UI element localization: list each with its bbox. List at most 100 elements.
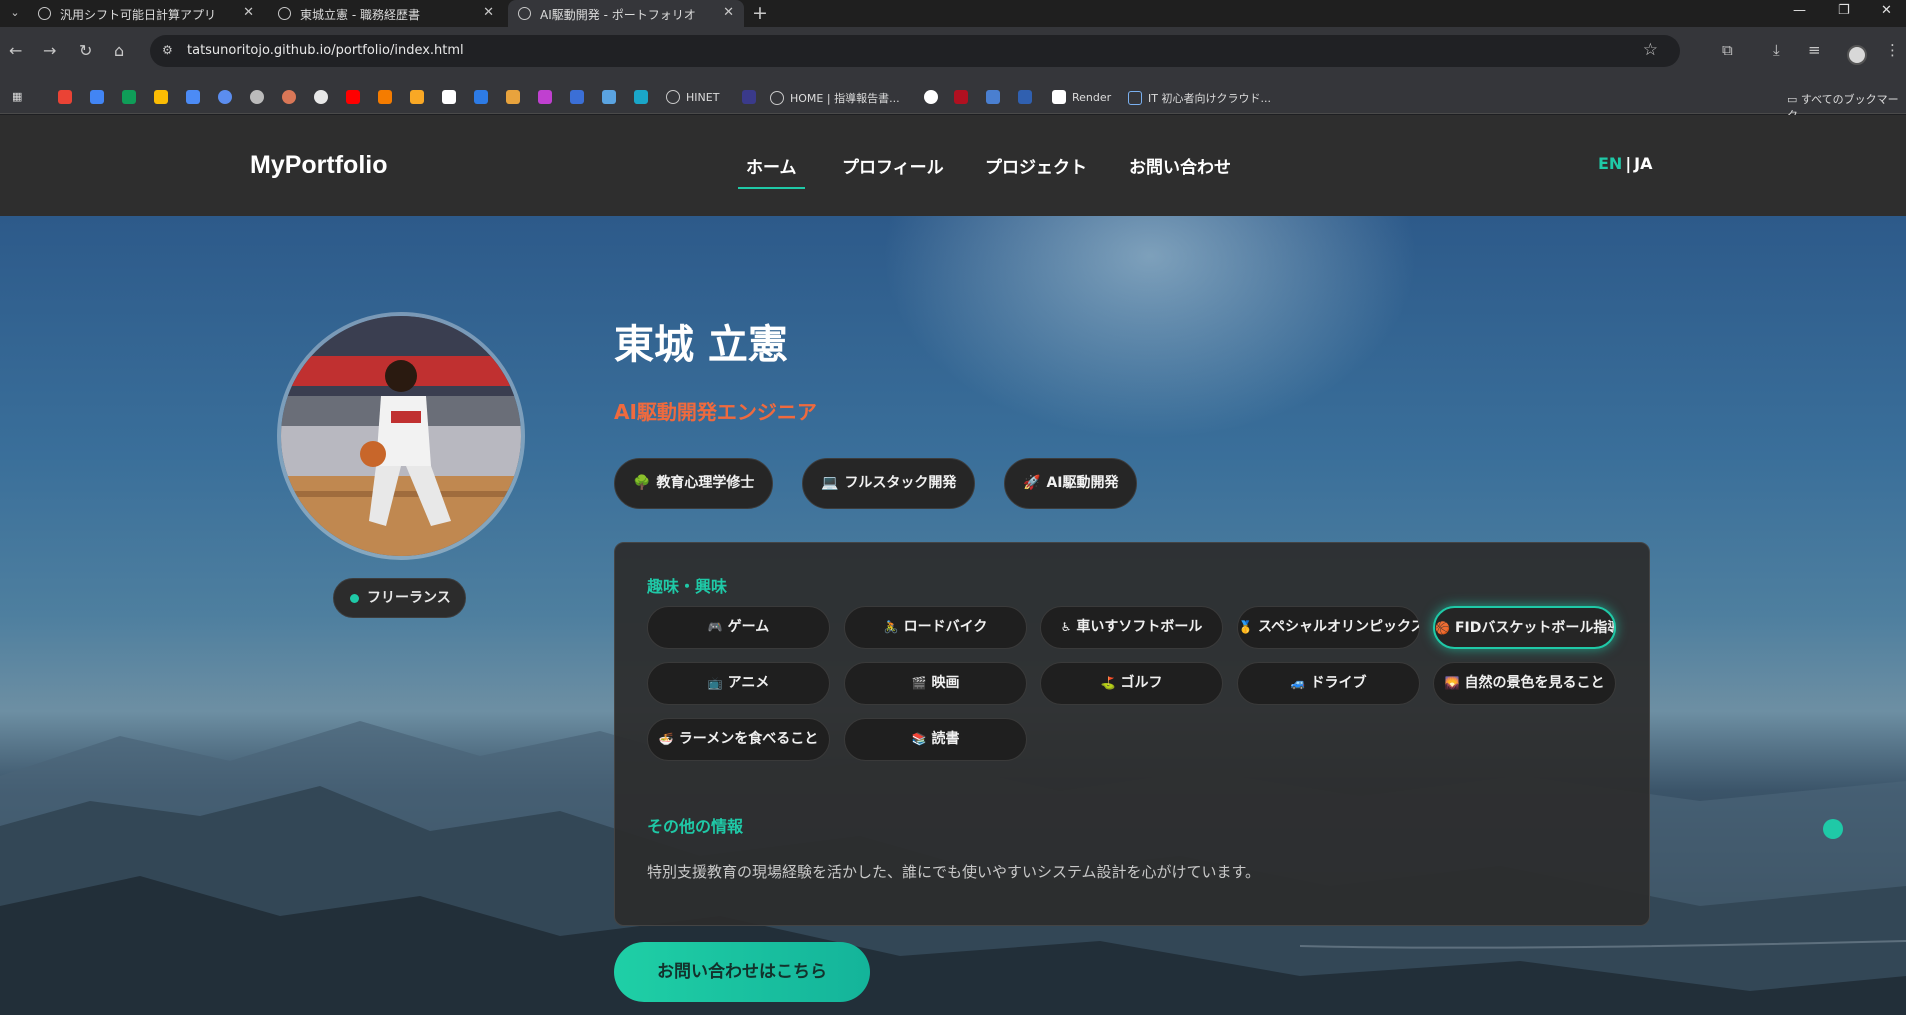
download-icon[interactable]: ⤓	[1773, 41, 1780, 59]
tv-icon: 📺	[707, 676, 723, 690]
url-text: tatsunoritojo.github.io/portfolio/index.…	[187, 43, 464, 58]
tab-resume[interactable]: 東城立憲 - 職務経歴書 ✕	[268, 0, 504, 27]
google-icon[interactable]	[924, 90, 938, 104]
gmail-icon[interactable]	[58, 90, 72, 104]
skill-label: フルスタック開発	[844, 475, 957, 491]
tab-search-button[interactable]: ⌄	[4, 3, 26, 23]
close-tab-icon[interactable]: ✕	[483, 5, 494, 20]
bookmark-icon[interactable]	[570, 90, 584, 104]
site-info-icon[interactable]: ⚙	[162, 43, 178, 59]
hobby-label: FIDバスケットボール指導	[1454, 620, 1616, 636]
github-icon[interactable]	[314, 90, 328, 104]
forward-icon[interactable]: →	[43, 41, 56, 60]
reload-icon[interactable]: ↻	[79, 41, 92, 60]
skill-badge-ai-dev: 🚀 AI駆動開発	[1004, 458, 1138, 509]
bookmark-icon[interactable]	[1018, 90, 1032, 104]
status-badge: フリーランス	[333, 578, 466, 618]
bookmark-label: Render	[1072, 91, 1112, 104]
folder-icon: ▭	[1787, 93, 1801, 106]
browser-toolbar: ← → ↻ ⌂ ⚙ tatsunoritojo.github.io/portfo…	[0, 27, 1906, 84]
bookmark-icon[interactable]	[378, 90, 392, 104]
tab-title: AI駆動開発 - ポートフォリオ	[540, 8, 696, 22]
lang-en-button[interactable]: EN	[1598, 154, 1622, 173]
site-logo[interactable]: MyPortfolio	[250, 151, 388, 180]
hobby-label: ゴルフ	[1120, 675, 1163, 691]
apps-icon[interactable]: ▦	[12, 90, 22, 103]
back-icon[interactable]: ←	[9, 41, 22, 60]
youtube-icon[interactable]	[346, 90, 360, 104]
bookmark-home-report[interactable]: HOME | 指導報告書...	[770, 90, 900, 106]
restore-icon[interactable]: ❐	[1838, 3, 1850, 18]
bookmark-icon[interactable]	[954, 90, 968, 104]
tab-portfolio[interactable]: AI駆動開発 - ポートフォリオ ✕	[508, 0, 744, 27]
film-icon: 🎬	[911, 676, 927, 690]
bookmark-cloud[interactable]: IT 初心者向けクラウド...	[1128, 90, 1271, 106]
car-icon: 🚙	[1290, 676, 1306, 690]
hobby-label: ゲーム	[727, 619, 770, 635]
close-tab-icon[interactable]: ✕	[243, 5, 254, 20]
hobby-label: ドライブ	[1310, 675, 1367, 691]
claude-icon[interactable]	[282, 90, 296, 104]
close-tab-icon[interactable]: ✕	[723, 5, 734, 20]
bookmark-icon[interactable]	[986, 90, 1000, 104]
new-tab-button[interactable]: +	[752, 2, 768, 24]
bookmark-hinet[interactable]: HINET	[666, 90, 719, 104]
nav-home[interactable]: ホーム	[738, 153, 804, 189]
books-icon: 📚	[911, 732, 927, 746]
globe-icon	[38, 7, 51, 20]
hobby-label: 自然の景色を見ること	[1464, 675, 1605, 691]
hobby-golf: ⛳ ゴルフ	[1040, 662, 1223, 705]
bookmark-icon[interactable]	[506, 90, 520, 104]
other-info-heading: その他の情報	[647, 817, 744, 836]
contact-cta-button[interactable]: お問い合わせはこちら	[614, 942, 870, 1002]
bookmark-icon[interactable]	[742, 90, 756, 104]
globe-icon	[278, 7, 291, 20]
hero-section: フリーランス 東城 立憲 AI駆動開発エンジニア 🌳 教育心理学修士 💻 フルスタッ…	[0, 216, 1906, 1015]
bookmark-icon[interactable]	[634, 90, 648, 104]
bookmark-icon[interactable]	[474, 90, 488, 104]
hobby-label: スペシャルオリンピックス	[1257, 619, 1420, 635]
media-control-icon[interactable]: ≡	[1808, 41, 1821, 59]
lang-ja-button[interactable]: JA	[1634, 154, 1652, 173]
home-icon[interactable]: ⌂	[114, 41, 124, 60]
ramen-icon: 🍜	[658, 732, 674, 746]
skill-badge-education-psychology: 🌳 教育心理学修士	[614, 458, 774, 509]
hobby-game: 🎮 ゲーム	[647, 606, 830, 649]
bookmark-icon[interactable]	[538, 90, 552, 104]
maps-icon[interactable]	[154, 90, 168, 104]
floating-action-dot[interactable]	[1823, 819, 1843, 839]
drive-icon[interactable]	[122, 90, 136, 104]
bookmark-icon[interactable]	[602, 90, 616, 104]
hobby-label: 読書	[931, 731, 960, 747]
calendar-icon[interactable]	[90, 90, 104, 104]
openai-icon[interactable]	[250, 90, 264, 104]
tab-shift-app[interactable]: 汎用シフト可能日計算アプリ ✕	[28, 0, 264, 27]
hobby-fid-basketball[interactable]: 🏀 FIDバスケットボール指導	[1433, 606, 1616, 649]
profile-name: 東城 立憲	[614, 322, 788, 368]
bookmark-render[interactable]: Render	[1052, 90, 1111, 104]
other-info-text: 特別支援教育の現場経験を活かした、誰にでも使いやすいシステム設計を心がけています…	[647, 863, 1261, 881]
profile-photo	[277, 312, 525, 560]
hobby-drive: 🚙 ドライブ	[1237, 662, 1420, 705]
skill-label: 教育心理学修士	[656, 475, 755, 491]
close-window-icon[interactable]: ✕	[1881, 3, 1892, 18]
minimize-icon[interactable]: —	[1793, 3, 1806, 18]
site-header: MyPortfolio ホーム プロフィール プロジェクト お問い合わせ EN |…	[0, 115, 1906, 216]
tab-strip: ⌄ 汎用シフト可能日計算アプリ ✕ 東城立憲 - 職務経歴書 ✕ AI駆動開発 …	[0, 0, 1906, 27]
gemini-icon[interactable]	[218, 90, 232, 104]
extensions-icon[interactable]: ⧉	[1722, 41, 1733, 59]
status-label: フリーランス	[367, 590, 451, 606]
nav-projects[interactable]: プロジェクト	[985, 153, 1087, 178]
gamepad-icon: 🎮	[707, 620, 723, 634]
address-bar[interactable]: ⚙ tatsunoritojo.github.io/portfolio/inde…	[150, 35, 1680, 67]
bookmark-icon[interactable]	[410, 90, 424, 104]
nav-profile[interactable]: プロフィール	[842, 153, 944, 178]
bookmark-star-icon[interactable]: ☆	[1643, 40, 1658, 60]
translate-icon[interactable]	[186, 90, 200, 104]
profile-avatar[interactable]	[1847, 45, 1867, 65]
nav-contact[interactable]: お問い合わせ	[1129, 153, 1231, 178]
bookmark-icon[interactable]	[442, 90, 456, 104]
hobby-wheelchair-softball: ♿ 車いすソフトボール	[1040, 606, 1223, 649]
globe-icon	[518, 7, 531, 20]
menu-icon[interactable]: ⋮	[1885, 41, 1900, 59]
